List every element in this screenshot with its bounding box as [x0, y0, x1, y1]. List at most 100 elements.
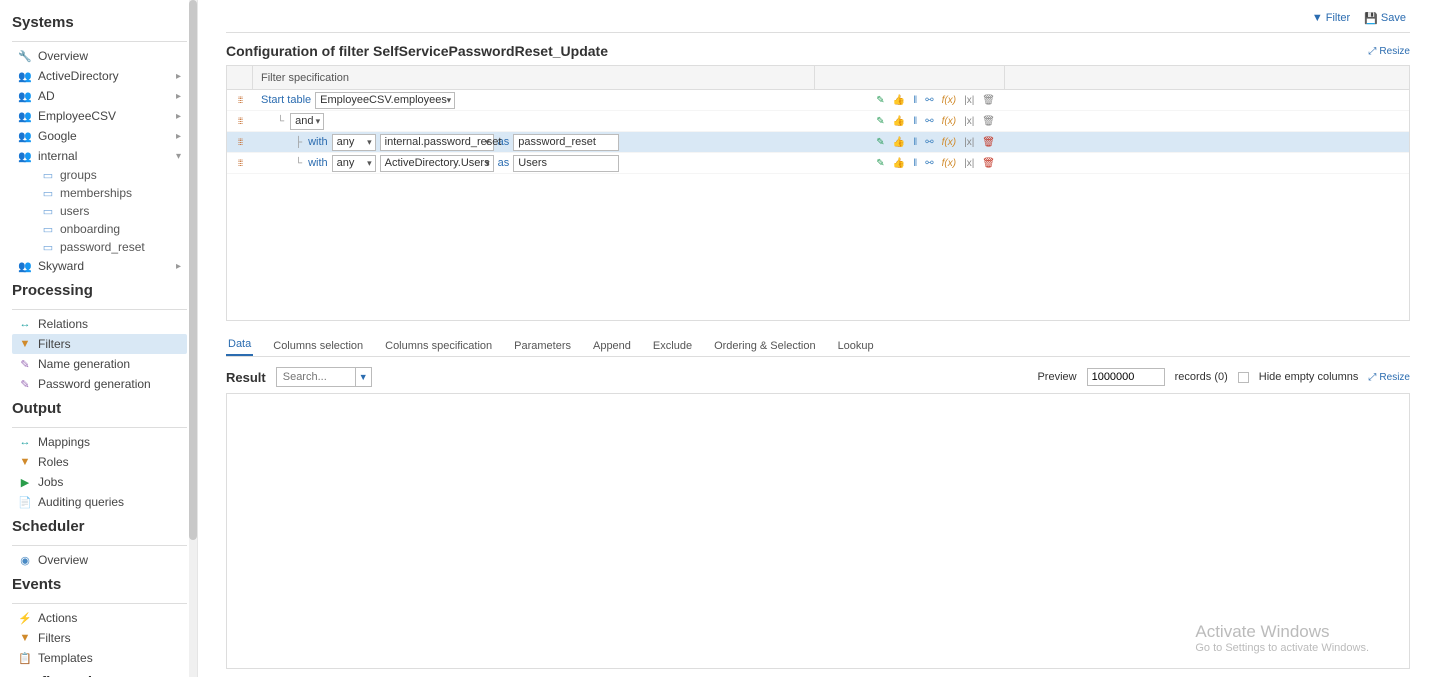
section-systems-title: Systems	[12, 8, 187, 37]
qty-select[interactable]: any	[332, 155, 376, 172]
edit-icon[interactable]: ✎	[876, 95, 884, 106]
drag-handle[interactable]: ⁞⁞⁞	[227, 158, 253, 168]
search-input[interactable]	[277, 368, 355, 386]
sidebar-item-skyward[interactable]: 👥 Skyward ▸	[12, 256, 187, 276]
sidebar-item-users[interactable]: ▭ users	[36, 202, 187, 220]
sidebar-item-jobs[interactable]: ▶ Jobs	[12, 472, 187, 492]
and-select[interactable]: and	[290, 113, 324, 130]
sidebar-item-label: internal	[38, 149, 77, 163]
sidebar-item-label: Google	[38, 129, 77, 143]
drag-handle[interactable]: ⁞⁞⁞	[227, 137, 253, 147]
bracket-icon[interactable]: |x|	[964, 116, 974, 127]
sidebar-item-relations[interactable]: ↔ Relations	[12, 314, 187, 334]
tree-line: └	[295, 158, 302, 169]
sidebar-item-filters[interactable]: ▼ Filters	[12, 334, 187, 354]
tab-data[interactable]: Data	[226, 334, 253, 356]
sidebar-item-internal[interactable]: 👥 internal ▾	[12, 146, 187, 166]
bracket-icon[interactable]: |x|	[964, 95, 974, 106]
section-processing-title: Processing	[12, 276, 187, 305]
sidebar-item-templates[interactable]: 📋 Templates	[12, 648, 187, 668]
filter-button[interactable]: ▼ Filter	[1312, 12, 1350, 24]
sidebar-item-overview[interactable]: 🔧 Overview	[12, 46, 187, 66]
thumb-icon[interactable]: 👍	[893, 137, 905, 148]
sidebar-item-auditing-queries[interactable]: 📄 Auditing queries	[12, 492, 187, 512]
sidebar-item-label: users	[60, 204, 89, 218]
relations-icon: ↔	[18, 317, 32, 331]
sidebar-item-employeecsv[interactable]: 👥 EmployeeCSV ▸	[12, 106, 187, 126]
system-icon: 👥	[18, 89, 32, 103]
scrollbar-thumb[interactable]	[189, 0, 197, 540]
sidebar-item-password-generation[interactable]: ✎ Password generation	[12, 374, 187, 394]
sidebar-item-events-filters[interactable]: ▼ Filters	[12, 628, 187, 648]
delete-icon[interactable]: 🗑	[982, 116, 995, 127]
thumb-icon[interactable]: 👍	[893, 116, 905, 127]
link-icon[interactable]: ⚯	[925, 137, 933, 148]
result-bar: Result ▼ Preview records (0) Hide empty …	[226, 367, 1410, 387]
pause-icon[interactable]: ‖	[913, 158, 917, 169]
tab-append[interactable]: Append	[591, 336, 633, 356]
qty-select[interactable]: any	[332, 134, 376, 151]
tab-parameters[interactable]: Parameters	[512, 336, 573, 356]
divider	[12, 41, 187, 42]
link-icon[interactable]: ⚯	[925, 116, 933, 127]
start-table-select[interactable]: EmployeeCSV.employees	[315, 92, 455, 109]
records-label: records (0)	[1175, 371, 1228, 383]
save-button[interactable]: 💾 Save	[1364, 12, 1406, 25]
start-table-label: Start table	[261, 94, 311, 106]
delete-icon[interactable]: 🗑	[982, 95, 995, 106]
result-resize-button[interactable]: ⤢ Resize	[1368, 372, 1410, 383]
sidebar-item-mappings[interactable]: ↔ Mappings	[12, 432, 187, 452]
pause-icon[interactable]: ‖	[913, 116, 917, 127]
resize-label: Resize	[1379, 46, 1410, 57]
thumb-icon[interactable]: 👍	[893, 95, 905, 106]
fx-icon[interactable]: f(x)	[942, 95, 956, 106]
sidebar-item-roles[interactable]: ▼ Roles	[12, 452, 187, 472]
delete-icon[interactable]: 🗑	[982, 137, 995, 148]
tab-columns-specification[interactable]: Columns specification	[383, 336, 494, 356]
bracket-icon[interactable]: |x|	[964, 137, 974, 148]
pause-icon[interactable]: ‖	[913, 95, 917, 106]
search-dropdown-button[interactable]: ▼	[355, 368, 371, 386]
delete-icon[interactable]: 🗑	[982, 158, 995, 169]
drag-handle[interactable]: ⁞⁞⁞	[227, 95, 253, 105]
edit-icon[interactable]: ✎	[876, 116, 884, 127]
sidebar-item-password-reset[interactable]: ▭ password_reset	[36, 238, 187, 256]
tab-ordering[interactable]: Ordering & Selection	[712, 336, 818, 356]
sidebar-item-google[interactable]: 👥 Google ▸	[12, 126, 187, 146]
system-icon: 👥	[18, 69, 32, 83]
link-icon[interactable]: ⚯	[925, 158, 933, 169]
tab-exclude[interactable]: Exclude	[651, 336, 694, 356]
sidebar-item-scheduler-overview[interactable]: ◉ Overview	[12, 550, 187, 570]
fx-icon[interactable]: f(x)	[942, 137, 956, 148]
sidebar-item-actions[interactable]: ⚡ Actions	[12, 608, 187, 628]
alias-input[interactable]: Users	[513, 155, 619, 172]
tab-lookup[interactable]: Lookup	[836, 336, 876, 356]
sidebar-item-memberships[interactable]: ▭ memberships	[36, 184, 187, 202]
sidebar-item-ad[interactable]: 👥 AD ▸	[12, 86, 187, 106]
sidebar-item-label: Jobs	[38, 475, 63, 489]
thumb-icon[interactable]: 👍	[893, 158, 905, 169]
drag-handle[interactable]: ⁞⁞⁞	[227, 116, 253, 126]
hide-empty-checkbox[interactable]	[1238, 372, 1249, 383]
preview-input[interactable]	[1087, 368, 1165, 386]
fx-icon[interactable]: f(x)	[942, 116, 956, 127]
resize-button[interactable]: ⤢ Resize	[1368, 46, 1410, 57]
windows-watermark: Activate Windows Go to Settings to activ…	[1195, 622, 1369, 654]
table-select[interactable]: internal.password_reset	[380, 134, 494, 151]
sidebar-item-label: Mappings	[38, 435, 90, 449]
bracket-icon[interactable]: |x|	[964, 158, 974, 169]
link-icon[interactable]: ⚯	[925, 95, 933, 106]
sidebar-item-groups[interactable]: ▭ groups	[36, 166, 187, 184]
table-select[interactable]: ActiveDirectory.Users	[380, 155, 494, 172]
sidebar-item-name-generation[interactable]: ✎ Name generation	[12, 354, 187, 374]
fx-icon[interactable]: f(x)	[942, 158, 956, 169]
alias-input[interactable]: password_reset	[513, 134, 619, 151]
sidebar-item-activedirectory[interactable]: 👥 ActiveDirectory ▸	[12, 66, 187, 86]
sidebar-item-label: AD	[38, 89, 55, 103]
edit-icon[interactable]: ✎	[876, 158, 884, 169]
edit-icon[interactable]: ✎	[876, 137, 884, 148]
spec-row-with-password-reset[interactable]: ⁞⁞⁞ ├ with any internal.password_reset a…	[227, 132, 1409, 153]
pause-icon[interactable]: ‖	[913, 137, 917, 148]
sidebar-item-onboarding[interactable]: ▭ onboarding	[36, 220, 187, 238]
tab-columns-selection[interactable]: Columns selection	[271, 336, 365, 356]
